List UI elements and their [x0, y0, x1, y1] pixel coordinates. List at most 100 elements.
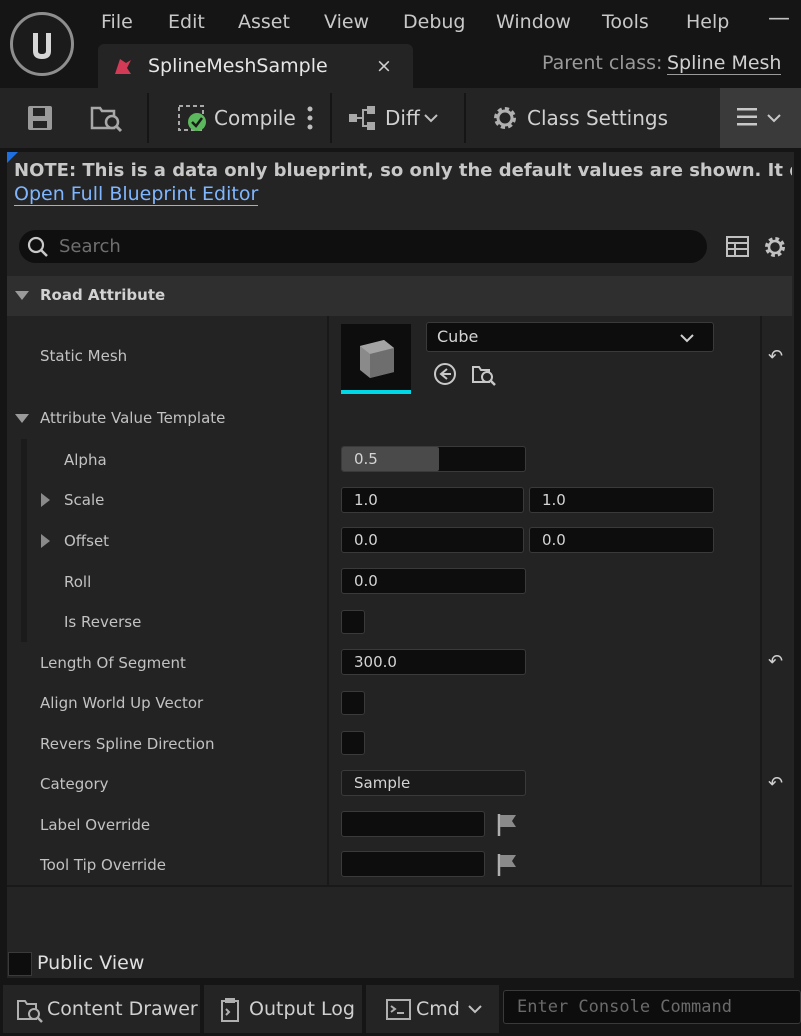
menu-tools[interactable]: Tools — [602, 8, 649, 36]
is-reverse-checkbox[interactable] — [341, 610, 365, 634]
row-offset: Offset 0.0 0.0 — [7, 520, 792, 563]
revers-spline-label: Revers Spline Direction — [40, 735, 215, 753]
cmd-label: Cmd — [416, 998, 460, 1020]
label-override-label: Label Override — [40, 816, 151, 834]
row-length-of-segment: Length Of Segment 300.0 ↶ — [7, 642, 792, 685]
offset-x-field[interactable]: 0.0 — [341, 527, 524, 553]
menu-help[interactable]: Help — [686, 8, 729, 36]
align-world-up-label: Align World Up Vector — [40, 694, 204, 712]
offset-label: Offset — [64, 532, 110, 550]
roll-field[interactable]: 0.0 — [341, 568, 526, 594]
public-view-checkbox[interactable] — [8, 952, 32, 976]
data-only-note: NOTE: This is a data only blueprint, so … — [14, 160, 792, 181]
row-align-world-up-vector: Align World Up Vector — [7, 683, 792, 725]
settings-gear-icon[interactable] — [762, 234, 788, 260]
minimize-button[interactable]: — — [768, 6, 790, 31]
reset-to-default-icon[interactable]: ↶ — [768, 651, 783, 672]
output-log-label: Output Log — [249, 998, 355, 1020]
chevron-down-icon — [767, 114, 781, 123]
menu-asset[interactable]: Asset — [238, 8, 290, 36]
parent-class-link[interactable]: Spline Mesh — [667, 52, 782, 75]
category-field[interactable]: Sample — [341, 770, 526, 796]
output-log-button[interactable]: Output Log — [204, 985, 362, 1033]
tab-title: SplineMeshSample — [148, 55, 328, 77]
compile-icon[interactable] — [177, 102, 209, 134]
save-icon[interactable] — [26, 104, 54, 132]
scale-x-field[interactable]: 1.0 — [341, 487, 524, 513]
category-road-attribute[interactable]: Road Attribute — [7, 276, 792, 318]
open-full-blueprint-editor-link[interactable]: Open Full Blueprint Editor — [14, 183, 259, 206]
menu-file[interactable]: File — [101, 8, 133, 36]
menu-edit[interactable]: Edit — [168, 8, 205, 36]
category-field-label: Category — [40, 775, 109, 793]
tab-splinemeshsample[interactable]: SplineMeshSample × — [98, 44, 413, 88]
hamburger-menu-button[interactable] — [720, 88, 801, 148]
alpha-slider[interactable]: 0.5 — [341, 446, 526, 472]
static-mesh-dropdown[interactable]: Cube — [426, 322, 714, 352]
menu-debug[interactable]: Debug — [403, 8, 465, 36]
toolbar-separator — [464, 93, 466, 143]
row-alpha: Alpha 0.5 — [7, 439, 792, 482]
output-log-icon — [221, 998, 239, 1022]
hamburger-icon — [737, 108, 757, 126]
toolbar-separator — [330, 93, 332, 143]
search-input[interactable]: Search — [59, 230, 121, 263]
align-world-up-checkbox[interactable] — [341, 691, 365, 715]
tooltip-override-field[interactable] — [341, 851, 485, 877]
chevron-down-icon — [468, 1005, 482, 1014]
flag-icon[interactable] — [496, 852, 520, 878]
label-override-field[interactable] — [341, 811, 485, 837]
menu-view[interactable]: View — [324, 8, 369, 36]
search-icon — [27, 236, 48, 257]
expand-icon[interactable] — [41, 493, 50, 507]
terminal-icon — [386, 999, 411, 1020]
menu-window[interactable]: Window — [496, 8, 571, 36]
row-scale: Scale 1.0 1.0 — [7, 480, 792, 522]
unreal-logo-icon[interactable] — [10, 12, 74, 76]
public-view-label: Public View — [37, 952, 145, 974]
diff-icon[interactable] — [347, 104, 381, 132]
browse-asset-icon[interactable] — [90, 102, 124, 134]
content-drawer-label: Content Drawer — [47, 998, 198, 1020]
row-label-override: Label Override — [7, 804, 792, 847]
expand-icon[interactable] — [41, 534, 50, 548]
toolbar-separator — [147, 93, 149, 143]
search-box[interactable]: Search — [19, 230, 707, 263]
tab-close-button[interactable]: × — [376, 44, 392, 88]
mesh-thumbnail[interactable] — [341, 324, 411, 394]
row-attribute-value-template[interactable]: Attribute Value Template — [7, 399, 792, 441]
revers-spline-checkbox[interactable] — [341, 731, 365, 755]
offset-y-field[interactable]: 0.0 — [529, 527, 714, 553]
attribute-template-label: Attribute Value Template — [40, 409, 226, 427]
use-selected-asset-icon[interactable] — [433, 362, 457, 386]
scale-label: Scale — [64, 491, 105, 509]
chevron-down-icon[interactable] — [423, 112, 439, 124]
table-view-icon[interactable] — [726, 236, 750, 258]
gear-icon[interactable] — [490, 103, 520, 133]
scale-y-field[interactable]: 1.0 — [529, 487, 714, 513]
alpha-value: 0.5 — [354, 450, 378, 468]
row-revers-spline-direction: Revers Spline Direction — [7, 723, 792, 766]
diff-button[interactable]: Diff — [385, 104, 420, 132]
class-settings-button[interactable]: Class Settings — [527, 104, 668, 132]
cube-icon — [360, 340, 394, 378]
compile-options-icon[interactable] — [305, 105, 315, 131]
browse-asset-icon[interactable] — [471, 362, 497, 388]
length-of-segment-field[interactable]: 300.0 — [341, 649, 526, 675]
console-command-input[interactable]: Enter Console Command — [503, 990, 801, 1024]
content-drawer-button[interactable]: Content Drawer — [3, 985, 200, 1033]
compile-button[interactable]: Compile — [214, 104, 296, 132]
reset-to-default-icon[interactable]: ↶ — [768, 346, 783, 367]
reset-to-default-icon[interactable]: ↶ — [768, 773, 783, 794]
chevron-down-icon — [680, 334, 694, 343]
flag-icon[interactable] — [496, 812, 520, 838]
blueprint-icon — [115, 59, 131, 74]
static-mesh-value: Cube — [437, 327, 479, 346]
row-tooltip-override: Tool Tip Override — [7, 845, 792, 887]
tooltip-override-label: Tool Tip Override — [40, 856, 166, 874]
cmd-dropdown[interactable]: Cmd — [366, 985, 499, 1033]
alpha-label: Alpha — [64, 451, 107, 469]
content-drawer-icon — [17, 1000, 43, 1023]
collapse-icon — [15, 291, 29, 300]
row-category: Category Sample ↶ — [7, 764, 792, 806]
